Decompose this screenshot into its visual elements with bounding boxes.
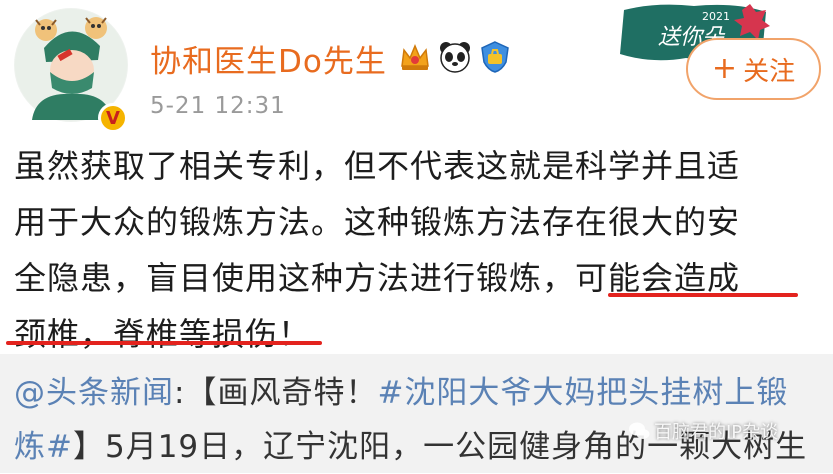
avatar[interactable]: V [14,8,128,133]
post-body-line: 全隐患，盲目使用这种方法进行锻炼，可能会造成 [14,259,741,297]
red-underline [6,341,322,345]
plus-icon: + [711,51,738,86]
watermark-text: 百脑君的IP杂谈 [654,422,779,443]
hashtag-link[interactable]: #沈阳大爷大妈把头挂树上锻 [377,375,788,411]
post-body: 虽然获取了相关专利，但不代表这就是科学并且适 用于大众的锻炼方法。这种锻炼方法存… [14,138,814,362]
repost-bracket-open: 【画风奇特！ [185,375,378,411]
crown-badge-icon[interactable] [398,40,432,74]
follow-label: 关注 [743,56,796,87]
post-body-line: 虽然获取了相关专利，但不代表这就是科学并且适 [14,147,741,185]
shield-badge-icon[interactable] [478,40,512,74]
mention-link[interactable]: @头条新闻 [14,375,174,411]
deco-year: 2021 [702,10,730,23]
user-badges [398,40,512,74]
wechat-logo-icon [629,422,650,439]
repost-colon: : [174,375,186,411]
username[interactable]: 协和医生Do先生 [150,36,387,81]
watermark: 百脑君的IP杂谈 [628,418,778,444]
verified-badge-icon: V [98,103,128,133]
reposted-weibo[interactable]: @头条新闻:【画风奇特！#沈阳大爷大妈把头挂树上锻 炼#】5月19日，辽宁沈阳，… [0,354,833,473]
post-body-line: 用于大众的锻炼方法。这种锻炼方法存在很大的安 [14,203,741,241]
red-underline [608,293,798,297]
hashtag-link-continued[interactable]: 炼# [14,429,73,465]
follow-button[interactable]: + 关注 [686,38,821,100]
panda-badge-icon[interactable] [438,40,472,74]
post-timestamp[interactable]: 5-21 12:31 [150,93,286,119]
